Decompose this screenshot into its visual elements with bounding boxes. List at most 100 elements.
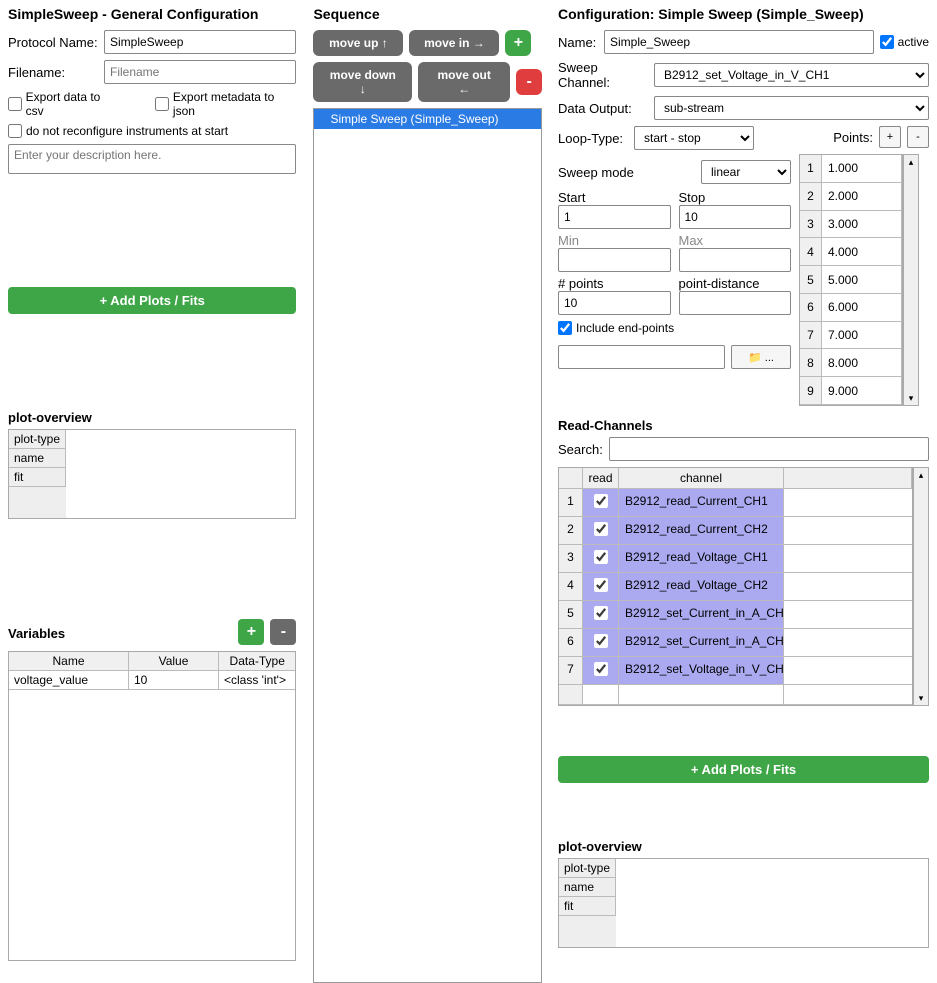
add-plots-button[interactable]: + Add Plots / Fits	[8, 287, 296, 314]
point-value[interactable]: 7.000	[822, 322, 902, 350]
point-value[interactable]: 9.000	[822, 377, 902, 405]
remove-variable-button[interactable]: -	[270, 619, 296, 645]
channel-name[interactable]: B2912_set_Current_in_A_CH2	[619, 629, 784, 657]
channels-scrollbar[interactable]: ▴ ▾	[913, 467, 929, 706]
include-endpoints-label: Include end-points	[576, 321, 674, 335]
active-checkbox[interactable]: active	[880, 35, 929, 49]
scroll-up-icon[interactable]: ▴	[914, 468, 928, 482]
points-scrollbar[interactable]: ▴ ▾	[903, 154, 919, 406]
sweep-mode-label: Sweep mode	[558, 165, 695, 180]
channel-row[interactable]: 5B2912_set_Current_in_A_CH1	[559, 601, 912, 629]
no-reconfigure-checkbox[interactable]: do not reconfigure instruments at start	[8, 124, 228, 138]
channel-row[interactable]: 7B2912_set_Voltage_in_V_CH1	[559, 657, 912, 685]
name-input[interactable]	[604, 30, 874, 54]
point-value[interactable]: 3.000	[822, 211, 902, 239]
point-value[interactable]: 4.000	[822, 238, 902, 266]
filename-label: Filename:	[8, 65, 98, 80]
browse-button[interactable]: 📁 ...	[731, 345, 791, 369]
channel-row[interactable]: 3 B2912_read_Voltage_CH1	[559, 545, 912, 573]
scroll-down-icon[interactable]: ▾	[904, 391, 918, 405]
export-json-label: Export metadata to json	[173, 90, 297, 118]
protocol-name-input[interactable]	[104, 30, 296, 54]
general-config-header: SimpleSweep - General Configuration	[8, 6, 296, 22]
plot-overview-right-table[interactable]: plot-type name fit	[558, 858, 929, 948]
start-input[interactable]	[558, 205, 671, 229]
point-value[interactable]: 2.000	[822, 183, 902, 211]
max-input[interactable]	[679, 248, 792, 272]
npoints-input[interactable]	[558, 291, 671, 315]
var-cell-name[interactable]: voltage_value	[9, 671, 129, 690]
channel-name[interactable]: B2912_read_Current_CH1	[619, 489, 784, 517]
min-label: Min	[558, 233, 671, 248]
channel-read-checkbox[interactable]	[594, 578, 608, 592]
point-value[interactable]: 8.000	[822, 349, 902, 377]
channel-name[interactable]: B2912_set_Voltage_in_V_CH1	[619, 657, 784, 685]
channel-name[interactable]: B2912_read_Current_CH2	[619, 517, 784, 545]
export-json-checkbox[interactable]: Export metadata to json	[155, 90, 296, 118]
point-index: 4	[800, 238, 822, 266]
move-in-button[interactable]: move in →	[409, 30, 499, 56]
sequence-tree[interactable]: Simple Sweep (Simple_Sweep)	[313, 108, 542, 983]
start-label: Start	[558, 190, 671, 205]
move-down-button[interactable]: move down ↓	[313, 62, 412, 102]
point-index: 8	[800, 349, 822, 377]
move-out-button[interactable]: move out ←	[418, 62, 510, 102]
search-input[interactable]	[609, 437, 929, 461]
points-add-button[interactable]: +	[879, 126, 901, 148]
stop-input[interactable]	[679, 205, 792, 229]
point-value[interactable]: 6.000	[822, 294, 902, 322]
channel-read-checkbox[interactable]	[594, 522, 608, 536]
plot-overview-table[interactable]: plot-type name fit	[8, 429, 296, 519]
export-csv-checkbox[interactable]: Export data to csv	[8, 90, 119, 118]
description-input[interactable]	[8, 144, 296, 174]
variables-table[interactable]: Name Value Data-Type voltage_value 10 <c…	[8, 651, 296, 961]
chan-header-channel: channel	[619, 468, 784, 489]
channel-row[interactable]: 1B2912_read_Current_CH1	[559, 489, 912, 517]
point-index: 5	[800, 266, 822, 294]
point-index: 9	[800, 377, 822, 405]
point-index: 1	[800, 155, 822, 183]
sweep-channel-select[interactable]: B2912_set_Voltage_in_V_CH1	[654, 63, 929, 87]
remove-step-button[interactable]: -	[516, 69, 542, 95]
plot-row-name: name	[559, 878, 616, 897]
channel-name[interactable]: B2912_read_Voltage_CH2	[619, 573, 784, 601]
var-header-value: Value	[129, 652, 219, 671]
channel-index: 3	[559, 545, 583, 573]
add-step-button[interactable]: +	[505, 30, 531, 56]
channels-table[interactable]: readchannel1B2912_read_Current_CH12B2912…	[558, 467, 913, 706]
channel-read-checkbox[interactable]	[594, 606, 608, 620]
channel-name[interactable]: B2912_read_Voltage_CH1	[619, 545, 784, 573]
channel-read-checkbox[interactable]	[594, 634, 608, 648]
point-value[interactable]: 5.000	[822, 266, 902, 294]
protocol-name-label: Protocol Name:	[8, 35, 98, 50]
scroll-down-icon[interactable]: ▾	[914, 691, 928, 705]
add-plots-button-right[interactable]: + Add Plots / Fits	[558, 756, 929, 783]
data-output-select[interactable]: sub-stream	[654, 96, 929, 120]
sweep-mode-select[interactable]: linear	[701, 160, 791, 184]
channel-name[interactable]: B2912_set_Current_in_A_CH1	[619, 601, 784, 629]
move-up-button[interactable]: move up ↑	[313, 30, 403, 56]
filename-input[interactable]	[104, 60, 296, 84]
min-input[interactable]	[558, 248, 671, 272]
chan-header-read: read	[583, 468, 619, 489]
file-path-input[interactable]	[558, 345, 725, 369]
loop-type-select[interactable]: start - stop	[634, 126, 754, 150]
channel-row[interactable]: 4B2912_read_Voltage_CH2	[559, 573, 912, 601]
point-value[interactable]: 1.000	[822, 155, 902, 183]
channel-row[interactable]: 6B2912_set_Current_in_A_CH2	[559, 629, 912, 657]
channel-row[interactable]: 2B2912_read_Current_CH2	[559, 517, 912, 545]
var-cell-value[interactable]: 10	[129, 671, 219, 690]
points-remove-button[interactable]: -	[907, 126, 929, 148]
data-output-label: Data Output:	[558, 101, 648, 116]
plot-row-name: name	[9, 449, 66, 468]
channel-read-checkbox[interactable]	[594, 550, 608, 564]
pdist-input[interactable]	[679, 291, 792, 315]
channel-read-checkbox[interactable]	[594, 494, 608, 508]
channel-read-checkbox[interactable]	[594, 662, 608, 676]
points-table[interactable]: 1234567891.0002.0003.0004.0005.0006.0007…	[799, 154, 903, 406]
include-endpoints-checkbox[interactable]: Include end-points	[558, 321, 791, 335]
sequence-item[interactable]: Simple Sweep (Simple_Sweep)	[314, 109, 541, 129]
add-variable-button[interactable]: +	[238, 619, 264, 645]
scroll-up-icon[interactable]: ▴	[904, 155, 918, 169]
var-cell-type[interactable]: <class 'int'>	[219, 671, 295, 690]
